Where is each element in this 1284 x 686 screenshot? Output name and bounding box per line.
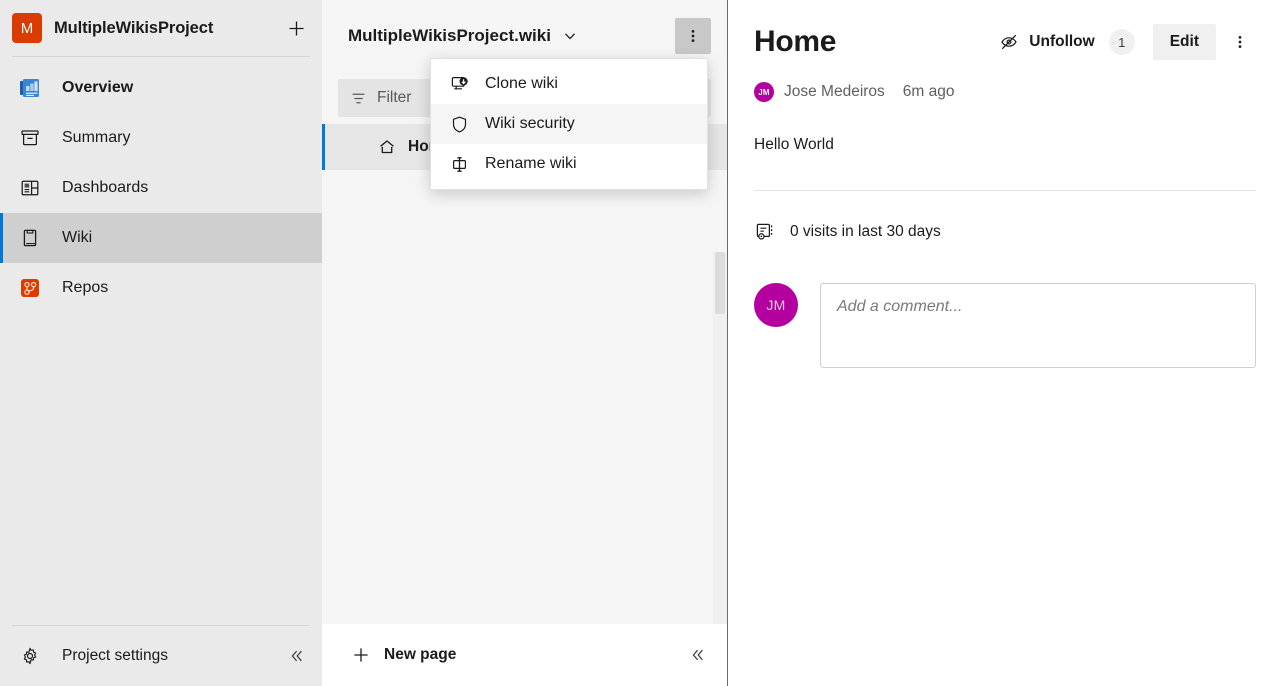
- unfollow-button[interactable]: Unfollow 1: [991, 24, 1142, 60]
- page-visits-text: 0 visits in last 30 days: [790, 223, 941, 240]
- sidebar-item-label: Wiki: [62, 229, 93, 246]
- sidebar-item-repos[interactable]: Repos: [0, 263, 322, 313]
- menu-item-wiki-security[interactable]: Wiki security: [431, 104, 707, 144]
- sidebar-item-label: Dashboards: [62, 179, 149, 196]
- sidebar-item-wiki[interactable]: Wiki: [0, 213, 322, 263]
- add-comment-row: JM Add a comment...: [754, 283, 1256, 368]
- page-visits-icon: [754, 221, 776, 243]
- summary-icon: [16, 124, 44, 152]
- comment-placeholder: Add a comment...: [837, 298, 963, 315]
- gear-icon: [16, 642, 44, 670]
- wiki-actions-context-menu: Clone wiki Wiki security Rename wiki: [430, 58, 708, 190]
- menu-item-clone-wiki[interactable]: Clone wiki: [431, 64, 707, 104]
- double-chevron-left-icon[interactable]: [284, 643, 310, 669]
- content-divider: [754, 190, 1256, 191]
- plus-icon: [352, 646, 370, 664]
- azure-devops-wiki-window: M MultipleWikisProject Overview Summary …: [0, 0, 1284, 686]
- footer-divider: [12, 625, 310, 626]
- wiki-selector-name[interactable]: MultipleWikisProject.wiki: [348, 26, 551, 46]
- wiki-more-actions-button[interactable]: [675, 18, 711, 54]
- filter-icon: [350, 90, 367, 107]
- unfollow-label: Unfollow: [1029, 33, 1095, 50]
- add-icon[interactable]: [284, 16, 308, 40]
- page-more-actions-button[interactable]: [1224, 24, 1256, 60]
- chevron-down-icon[interactable]: [559, 25, 581, 47]
- page-visits-row: 0 visits in last 30 days: [754, 221, 1256, 243]
- last-updated-time: 6m ago: [902, 83, 955, 100]
- avatar: JM: [754, 82, 774, 102]
- page-body-text: Hello World: [754, 136, 834, 153]
- sidebar-item-dashboards[interactable]: Dashboards: [0, 163, 322, 213]
- scrollbar-thumb[interactable]: [715, 252, 725, 314]
- rename-icon: [449, 154, 469, 174]
- double-chevron-left-icon[interactable]: [685, 642, 711, 668]
- new-page-button[interactable]: New page: [384, 646, 671, 664]
- repos-icon: [16, 274, 44, 302]
- shield-icon: [449, 114, 469, 134]
- menu-item-label: Wiki security: [485, 115, 575, 132]
- project-header: M MultipleWikisProject: [0, 0, 322, 56]
- follow-count-badge: 1: [1108, 29, 1135, 55]
- sidebar-item-label: Repos: [62, 279, 109, 296]
- home-icon: [378, 138, 396, 156]
- page-author-row: JM Jose Medeiros 6m ago: [754, 82, 1256, 102]
- eye-slash-icon: [999, 32, 1019, 52]
- menu-item-label: Clone wiki: [485, 75, 558, 92]
- wiki-tree-scrollbar[interactable]: [713, 252, 727, 624]
- project-settings-label: Project settings: [62, 647, 168, 664]
- menu-item-label: Rename wiki: [485, 155, 577, 172]
- avatar: JM: [754, 283, 798, 327]
- project-name: MultipleWikisProject: [54, 18, 214, 37]
- sidebar-item-label: Overview: [62, 79, 134, 96]
- clone-wiki-icon: [449, 74, 469, 94]
- sidebar-item-overview[interactable]: Overview: [0, 63, 322, 113]
- wiki-page-tree: Home: [322, 124, 727, 624]
- project-settings-button[interactable]: Project settings: [0, 634, 322, 678]
- page-title: Home: [754, 25, 837, 58]
- page-header: Home Unfollow 1 Edit: [754, 18, 1256, 66]
- wiki-filter-placeholder: Filter: [377, 89, 412, 106]
- project-nav-list: Overview Summary Dashboards Wiki Repos: [0, 57, 322, 625]
- sidebar-item-label: Summary: [62, 129, 131, 146]
- project-sidebar: M MultipleWikisProject Overview Summary …: [0, 0, 322, 686]
- project-sidebar-footer: Project settings: [0, 625, 322, 686]
- sidebar-item-summary[interactable]: Summary: [0, 113, 322, 163]
- project-avatar: M: [12, 13, 42, 43]
- edit-button[interactable]: Edit: [1152, 24, 1216, 60]
- wiki-page-content: Home Unfollow 1 Edit JM Jose Medeiros 6m…: [728, 0, 1284, 686]
- wiki-panel-footer: New page: [322, 624, 727, 686]
- overview-icon: [16, 74, 44, 102]
- author-name[interactable]: Jose Medeiros: [784, 83, 885, 101]
- wiki-icon: [16, 224, 44, 252]
- comment-input[interactable]: Add a comment...: [820, 283, 1256, 368]
- menu-item-rename-wiki[interactable]: Rename wiki: [431, 144, 707, 184]
- dashboards-icon: [16, 174, 44, 202]
